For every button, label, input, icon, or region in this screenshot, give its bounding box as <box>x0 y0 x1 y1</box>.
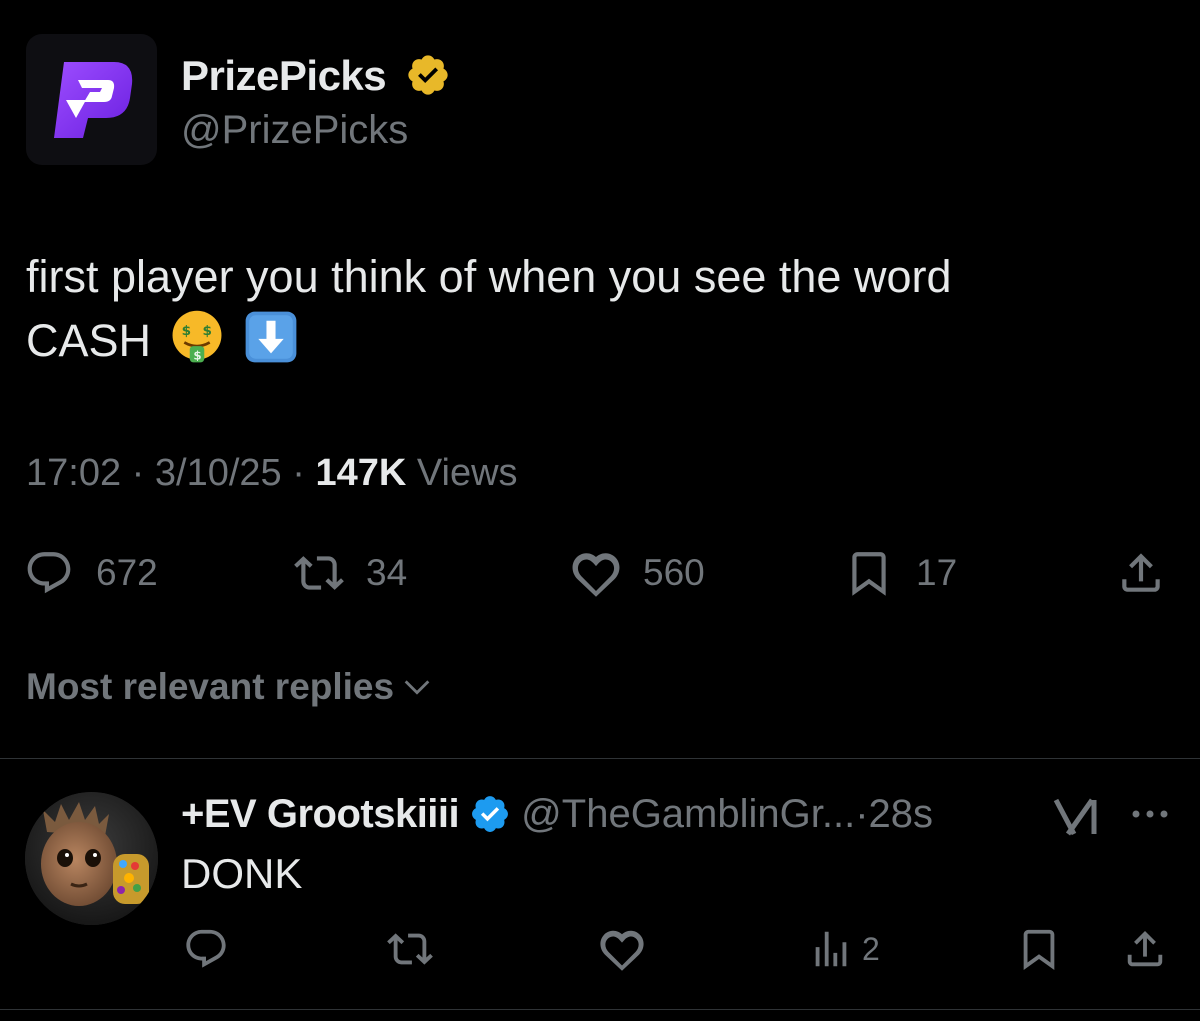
reply-views-button[interactable]: 2 <box>808 924 880 974</box>
replies-sort-label: Most relevant replies <box>26 666 395 707</box>
heart-icon <box>572 553 620 597</box>
reply-reply-button[interactable] <box>183 924 229 974</box>
views-label: Views <box>416 452 518 494</box>
bookmark-button[interactable]: 17 <box>844 546 957 600</box>
author-name[interactable]: PrizePicks <box>181 52 387 100</box>
bookmark-count: 17 <box>916 552 958 593</box>
svg-text:$: $ <box>181 323 190 339</box>
tweet-text-line2: CASH <box>26 315 152 366</box>
reply-button[interactable]: 672 <box>24 546 158 600</box>
repost-icon <box>387 933 433 965</box>
reply-repost-button[interactable] <box>387 924 433 974</box>
chevron-down-icon <box>404 680 430 695</box>
tweet-text-line1: first player you think of when you see t… <box>26 251 952 302</box>
divider <box>0 758 1200 759</box>
reply-time[interactable]: 28s <box>869 792 934 837</box>
repost-count: 34 <box>366 552 408 593</box>
svg-text:$: $ <box>202 323 211 339</box>
reply-icon <box>27 552 71 594</box>
reply-share-button[interactable] <box>1122 924 1168 974</box>
heart-icon <box>600 930 644 971</box>
reply-like-button[interactable] <box>599 924 645 974</box>
groot-avatar-icon <box>25 792 158 925</box>
reply-count: 672 <box>96 552 158 593</box>
bookmark-icon <box>852 552 886 596</box>
bookmark-icon <box>1023 929 1055 970</box>
money-mouth-face-icon: $ $ $ <box>172 310 222 363</box>
down-arrow-button-icon <box>245 311 297 363</box>
tweet-time[interactable]: 17:02 <box>26 452 121 494</box>
divider <box>0 1009 1200 1010</box>
reply-author-handle[interactable]: @TheGamblinGr... <box>521 792 855 837</box>
reply-header: +EV Grootskiiii @TheGamblinGr... · 28s <box>181 788 933 840</box>
meta-separator: · <box>131 452 145 494</box>
like-button[interactable]: 560 <box>571 546 705 600</box>
repost-button[interactable]: 34 <box>294 546 407 600</box>
verified-blue-badge-icon[interactable] <box>469 793 511 835</box>
share-icon <box>1122 553 1160 592</box>
verified-gold-badge-icon[interactable] <box>403 52 453 98</box>
author-avatar[interactable] <box>26 34 157 165</box>
reply-icon <box>186 929 226 968</box>
reply-views-count: 2 <box>862 930 880 967</box>
reply-text: DONK <box>181 850 303 897</box>
views-chart-icon <box>815 931 847 967</box>
tweet-meta: 17:02 · 3/10/25 · 147K Views <box>26 452 518 495</box>
reply-separator: · <box>855 791 869 836</box>
grok-icon[interactable] <box>1052 796 1102 838</box>
like-count: 560 <box>643 552 705 593</box>
tweet-text: first player you think of when you see t… <box>26 246 1166 372</box>
share-button[interactable] <box>1116 546 1166 600</box>
views-count: 147K <box>315 452 407 494</box>
repost-icon <box>294 556 344 590</box>
tweet-date[interactable]: 3/10/25 <box>155 452 282 494</box>
replies-sort-dropdown[interactable]: Most relevant replies <box>26 666 434 708</box>
meta-separator: · <box>292 452 305 494</box>
reply-avatar[interactable] <box>25 792 158 925</box>
reply-bookmark-button[interactable] <box>1016 924 1062 974</box>
more-options-icon[interactable] <box>1128 806 1172 822</box>
svg-text:$: $ <box>193 349 201 363</box>
share-icon <box>1127 930 1163 967</box>
reply-author-name[interactable]: +EV Grootskiiii <box>181 792 460 837</box>
prizepicks-logo-icon <box>54 62 133 138</box>
author-handle[interactable]: @PrizePicks <box>181 108 408 153</box>
